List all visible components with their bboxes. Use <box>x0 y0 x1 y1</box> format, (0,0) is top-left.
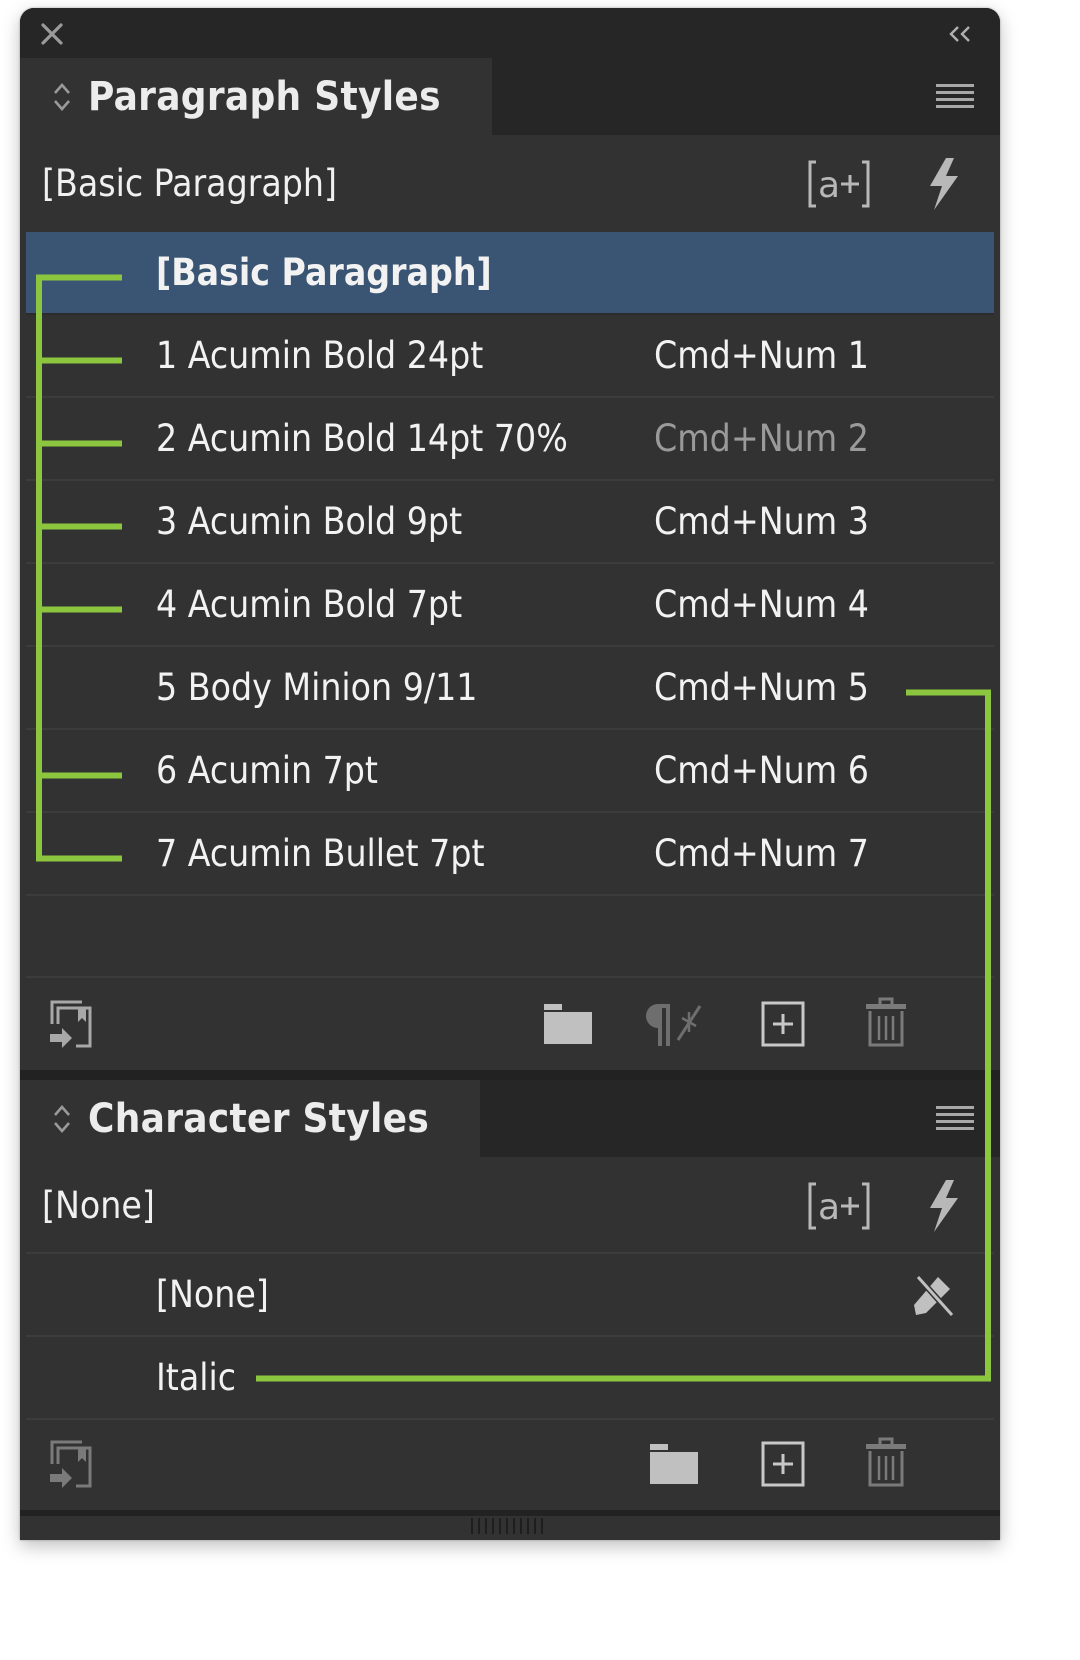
style-name: 7 Acumin Bullet 7pt <box>156 832 485 875</box>
character-styles-toolbar <box>20 1418 1000 1513</box>
style-shortcut: Cmd+Num 7 <box>654 832 869 875</box>
style-name: 5 Body Minion 9/11 <box>156 666 478 709</box>
paragraph-styles-list: [Basic Paragraph] 1 Acumin Bold 24pt Cmd… <box>26 232 994 978</box>
list-item[interactable]: 3 Acumin Bold 9pt Cmd+Num 3 <box>26 481 994 564</box>
delete-style-icon[interactable] <box>864 996 908 1048</box>
create-style-override-icon[interactable]: a <box>806 159 872 209</box>
load-styles-icon[interactable] <box>48 998 100 1050</box>
double-chevron-left-icon[interactable] <box>946 22 974 46</box>
styles-panel: Paragraph Styles [Basic Paragraph] a [Ba… <box>20 8 1000 1540</box>
style-shortcut: Cmd+Num 3 <box>654 500 869 543</box>
panel-menu-icon[interactable] <box>936 1104 974 1132</box>
resize-grip-icon[interactable] <box>470 1518 546 1534</box>
expand-collapse-icon[interactable] <box>50 80 74 114</box>
new-group-folder-icon[interactable] <box>542 1002 594 1046</box>
style-name: [Basic Paragraph] <box>156 251 492 294</box>
list-item[interactable]: [Basic Paragraph] <box>26 232 994 315</box>
character-styles-tabrow: Character Styles <box>20 1080 1000 1157</box>
list-item[interactable]: 6 Acumin 7pt Cmd+Num 6 <box>26 730 994 813</box>
tab-paragraph-styles[interactable]: Paragraph Styles <box>20 58 492 135</box>
character-styles-list: [None] Italic <box>26 1252 994 1420</box>
svg-text:a: a <box>818 1187 840 1228</box>
list-item[interactable]: 7 Acumin Bullet 7pt Cmd+Num 7 <box>26 813 994 896</box>
panel-titlebar <box>20 8 1000 58</box>
new-style-icon[interactable] <box>760 1440 806 1488</box>
paragraph-styles-toolbar <box>20 978 1000 1073</box>
style-shortcut: Cmd+Num 4 <box>654 583 869 626</box>
panel-menu-icon[interactable] <box>936 82 974 110</box>
load-styles-icon[interactable] <box>48 1438 100 1490</box>
list-item[interactable]: [None] <box>26 1254 994 1337</box>
quick-apply-icon[interactable] <box>922 156 964 212</box>
style-shortcut: Cmd+Num 1 <box>654 334 869 377</box>
current-character-style-label: [None] <box>42 1184 155 1227</box>
style-shortcut: Cmd+Num 5 <box>654 666 869 709</box>
delete-style-icon[interactable] <box>864 1436 908 1488</box>
new-style-icon[interactable] <box>760 1000 806 1048</box>
no-edit-pencil-icon <box>914 1274 955 1317</box>
quick-apply-icon[interactable] <box>922 1178 964 1234</box>
list-item[interactable]: 2 Acumin Bold 14pt 70% Cmd+Num 2 <box>26 398 994 481</box>
style-name: 2 Acumin Bold 14pt 70% <box>156 417 568 460</box>
create-style-override-icon[interactable]: a <box>806 1181 872 1231</box>
style-name: [None] <box>156 1273 269 1316</box>
current-character-style: [None] a <box>20 1157 1000 1254</box>
close-icon[interactable] <box>40 22 64 46</box>
svg-text:a: a <box>818 165 840 206</box>
panel-divider <box>20 1070 1000 1080</box>
style-name: Italic <box>156 1356 237 1399</box>
style-name: 1 Acumin Bold 24pt <box>156 334 484 377</box>
style-name: 6 Acumin 7pt <box>156 749 378 792</box>
current-paragraph-style-label: [Basic Paragraph] <box>42 162 338 205</box>
paragraph-styles-tabrow: Paragraph Styles <box>20 58 1000 135</box>
panel-divider <box>20 1510 1000 1516</box>
paragraph-styles-title: Paragraph Styles <box>88 73 441 120</box>
current-paragraph-style: [Basic Paragraph] a <box>20 135 1000 232</box>
list-item[interactable]: Italic <box>26 1337 994 1420</box>
style-shortcut: Cmd+Num 2 <box>654 417 869 460</box>
clear-overrides-icon[interactable] <box>642 1000 710 1048</box>
character-styles-title: Character Styles <box>88 1095 430 1142</box>
list-item[interactable]: 4 Acumin Bold 7pt Cmd+Num 4 <box>26 564 994 647</box>
list-item[interactable]: 5 Body Minion 9/11 Cmd+Num 5 <box>26 647 994 730</box>
style-name: 3 Acumin Bold 9pt <box>156 500 463 543</box>
tab-character-styles[interactable]: Character Styles <box>20 1080 480 1157</box>
style-shortcut: Cmd+Num 6 <box>654 749 869 792</box>
list-item[interactable]: 1 Acumin Bold 24pt Cmd+Num 1 <box>26 315 994 398</box>
style-name: 4 Acumin Bold 7pt <box>156 583 463 626</box>
expand-collapse-icon[interactable] <box>50 1102 74 1136</box>
list-empty-area[interactable] <box>26 896 994 978</box>
new-group-folder-icon[interactable] <box>648 1442 700 1486</box>
